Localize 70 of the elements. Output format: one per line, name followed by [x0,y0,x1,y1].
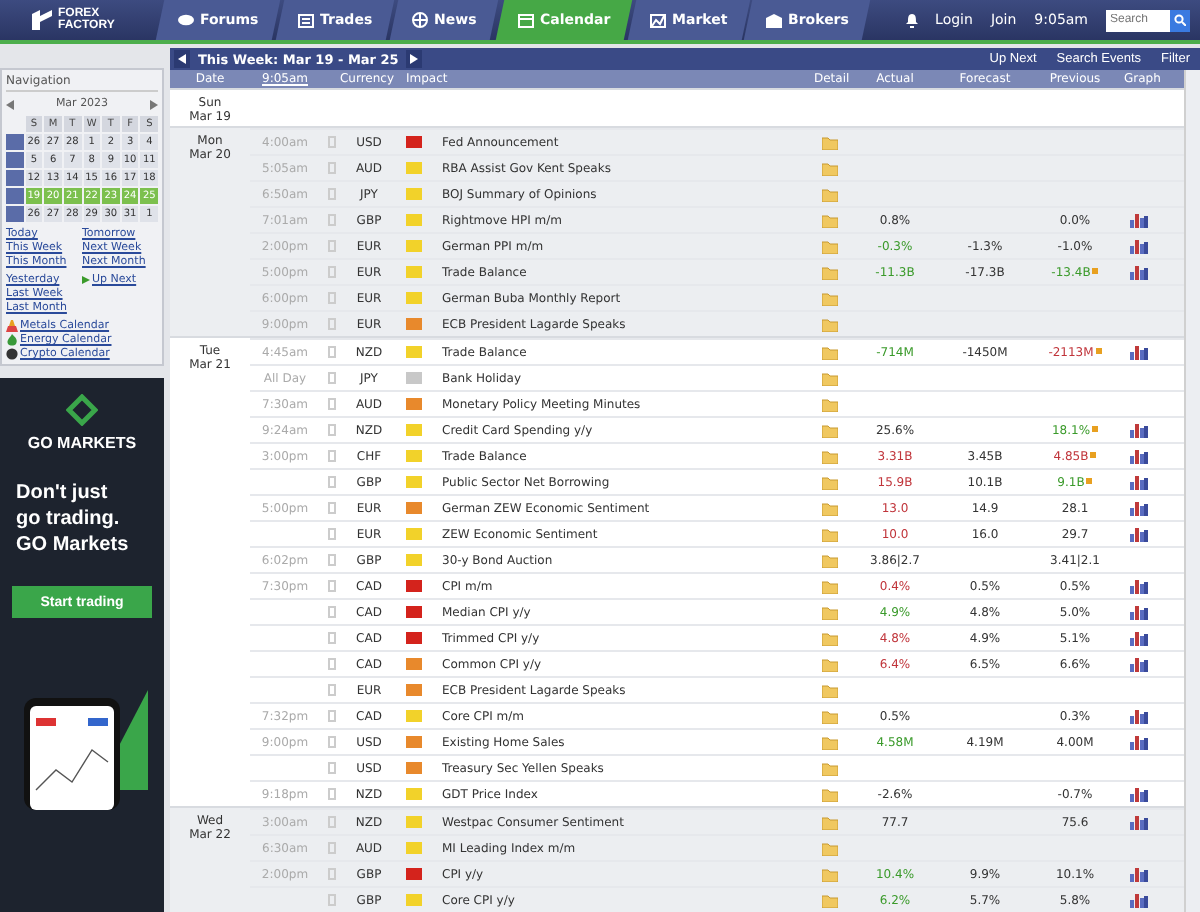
next-month-icon [150,99,158,109]
previous-week-button[interactable] [174,50,190,68]
scrollbar[interactable] [1184,70,1200,912]
bar-chart-icon [1129,238,1147,254]
alert-toggle-icon [328,842,336,854]
alert-toggle-icon [328,502,336,514]
alert-toggle-icon [328,240,336,252]
ad-headline: Don't just go trading. GO Markets [14,480,129,558]
play-icon [82,276,90,284]
bar-chart-icon [1129,734,1147,750]
bar-chart-icon [1129,422,1147,438]
next-week-button[interactable] [406,50,423,68]
alert-toggle-icon [328,292,336,304]
speech-bubble-icon [178,13,194,27]
previous-month-icon [6,99,14,109]
alert-toggle-icon [328,710,336,722]
diamond-logo-icon [66,394,98,426]
alert-toggle-icon [328,162,336,174]
alert-toggle-icon [328,424,336,436]
bar-chart-icon [1129,656,1147,672]
alert-toggle-icon [328,346,336,358]
alert-toggle-icon [328,476,336,488]
bar-chart-icon [1129,474,1147,490]
alert-toggle-icon [328,318,336,330]
bar-chart-icon [1129,814,1147,830]
alert-toggle-icon [328,188,336,200]
bar-chart-icon [1129,892,1147,908]
alert-toggle-icon [328,606,336,618]
bell-icon [905,13,918,27]
bar-chart-icon [1129,344,1147,360]
globe-icon [412,12,429,28]
chart-icon [649,13,666,27]
bar-chart-icon [1129,212,1147,228]
drop-icon [6,334,18,346]
alert-toggle-icon [328,372,336,384]
alert-toggle-icon [328,398,336,410]
bar-chart-icon [1129,786,1147,802]
building-icon [766,13,783,27]
ad-brand: GO MARKETS [27,434,137,452]
alert-toggle-icon [328,554,336,566]
bar-chart-icon [1129,448,1147,464]
alert-toggle-icon [328,788,336,800]
bar-chart-icon [1129,866,1147,882]
bar-chart-icon [1129,500,1147,516]
logo-icon [32,10,52,30]
bar-chart-icon [1129,578,1147,594]
bar-chart-icon [1129,708,1147,724]
alert-toggle-icon [328,762,336,774]
bar-chart-icon [1129,630,1147,646]
alert-toggle-icon [328,214,336,226]
bar-chart-icon [1129,264,1147,280]
alert-toggle-icon [328,136,336,148]
alert-toggle-icon [328,736,336,748]
alert-toggle-icon [328,868,336,880]
alert-toggle-icon [328,816,336,828]
alert-toggle-icon [328,658,336,670]
coin-icon [6,348,18,360]
search-button[interactable] [1170,9,1190,31]
alert-toggle-icon [328,632,336,644]
alert-toggle-icon [328,684,336,696]
calendar-icon [517,13,534,27]
list-icon [298,13,315,27]
bar-chart-icon [1129,526,1147,542]
alert-toggle-icon [328,266,336,278]
alert-toggle-icon [328,450,336,462]
ingot-icon [6,320,18,332]
bar-chart-icon [1129,604,1147,620]
alert-toggle-icon [328,580,336,592]
alert-toggle-icon [328,528,336,540]
alert-toggle-icon [328,894,336,906]
